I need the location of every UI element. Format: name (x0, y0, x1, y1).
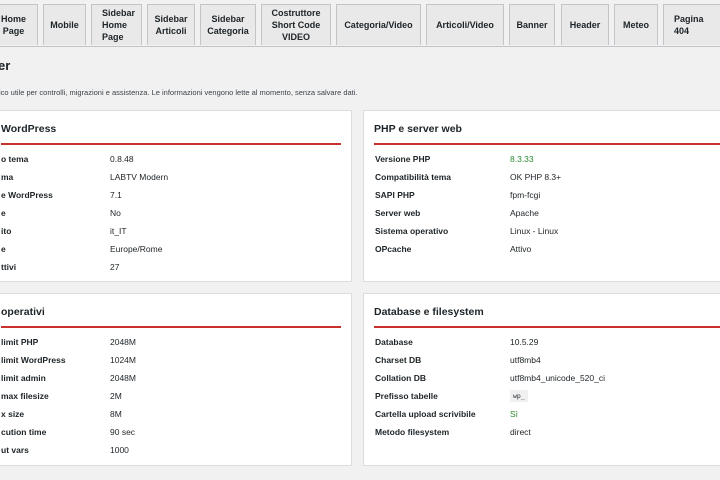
info-label: limit WordPress (1, 355, 66, 365)
tab-sidebar-categoria[interactable]: Sidebar Categoria (200, 4, 256, 45)
info-value: OK PHP 8.3+ (510, 172, 562, 182)
info-label: x size (1, 409, 25, 419)
info-label: limit admin (1, 373, 46, 383)
info-value: 1000 (110, 445, 129, 455)
info-label: SAPI PHP (375, 190, 415, 200)
info-label: e (1, 208, 6, 218)
page-title: er (0, 58, 11, 73)
info-value: Apache (510, 208, 539, 218)
info-value: wp_ (510, 390, 528, 402)
tab-articoli-video[interactable]: Articoli/Video (426, 4, 504, 45)
info-label: limit PHP (1, 337, 39, 347)
info-label: Sistema operativo (375, 226, 449, 236)
card-title: operativi (1, 306, 341, 328)
info-label: max filesize (1, 391, 49, 401)
info-value: 10.5.29 (510, 337, 539, 347)
info-value: direct (510, 427, 531, 437)
info-label: OPcache (375, 244, 412, 254)
info-value: fpm-fcgi (510, 190, 541, 200)
tab-banner[interactable]: Banner (509, 4, 555, 45)
info-label: Charset DB (375, 355, 422, 365)
info-label: ma (1, 172, 14, 182)
info-value: LABTV Modern (110, 172, 169, 182)
info-value: 8.3.33 (510, 154, 534, 164)
card-title: WordPress (1, 123, 341, 145)
tab-bar: Home Page Mobile Sidebar Home Page Sideb… (0, 0, 720, 47)
info-label: ttivi (1, 262, 17, 272)
info-value: Linux - Linux (510, 226, 559, 236)
info-label: cution time (1, 427, 47, 437)
tab-sidebar-home-page[interactable]: Sidebar Home Page (91, 4, 142, 45)
tab-home-page[interactable]: Home Page (0, 4, 38, 45)
info-value: utf8mb4 (510, 355, 541, 365)
info-value: Attivo (510, 244, 532, 254)
tab-sidebar-articoli[interactable]: Sidebar Articoli (147, 4, 195, 45)
tab-mobile[interactable]: Mobile (43, 4, 86, 45)
info-label: Database (375, 337, 413, 347)
info-label: Metodo filesystem (375, 427, 450, 437)
tab-categoria-video[interactable]: Categoria/Video (336, 4, 421, 45)
info-value: 1024M (110, 355, 136, 365)
info-label: Versione PHP (375, 154, 431, 164)
info-value: No (110, 208, 121, 218)
database-filesystem-card: Database e filesystem Database 10.5.29 Ch… (363, 293, 720, 466)
page-description: ico utile per controlli, migrazioni e as… (0, 88, 358, 97)
info-label: e (1, 244, 6, 254)
info-label: e WordPress (1, 190, 53, 200)
info-value: 2048M (110, 337, 136, 347)
info-value: 8M (110, 409, 122, 419)
info-label: Server web (375, 208, 421, 218)
info-label: ito (1, 226, 12, 236)
info-label: Cartella upload scrivibile (375, 409, 476, 419)
info-value: 0.8.48 (110, 154, 134, 164)
info-value: 2048M (110, 373, 136, 383)
tab-pagina-404[interactable]: Pagina 404 (663, 4, 720, 45)
info-value: utf8mb4_unicode_520_ci (510, 373, 605, 383)
limits-card: operativi limit PHP 2048M limit WordPress… (0, 293, 352, 466)
php-server-card: PHP e server web Versione PHP 8.3.33 Comp… (363, 110, 720, 282)
info-label: Prefisso tabelle (375, 391, 438, 401)
info-label: Collation DB (375, 373, 426, 383)
card-title: PHP e server web (374, 123, 720, 145)
wordpress-info-card: WordPress o tema 0.8.48 ma LABTV Modern e … (0, 110, 352, 282)
info-value: 7.1 (110, 190, 122, 200)
info-value: 27 (110, 262, 120, 272)
tab-costruttore-short-code-video[interactable]: Costruttore Short Code VIDEO (261, 4, 331, 45)
info-label: ut vars (1, 445, 29, 455)
info-value: 90 sec (110, 427, 136, 437)
info-value: 2M (110, 391, 122, 401)
tab-meteo[interactable]: Meteo (614, 4, 658, 45)
info-label: o tema (1, 154, 29, 164)
info-value: it_IT (110, 226, 127, 236)
info-value: Sì (510, 409, 519, 419)
info-label: Compatibilità tema (375, 172, 452, 182)
info-value: Europe/Rome (110, 244, 163, 254)
tab-header[interactable]: Header (561, 4, 609, 45)
card-title: Database e filesystem (374, 306, 720, 328)
